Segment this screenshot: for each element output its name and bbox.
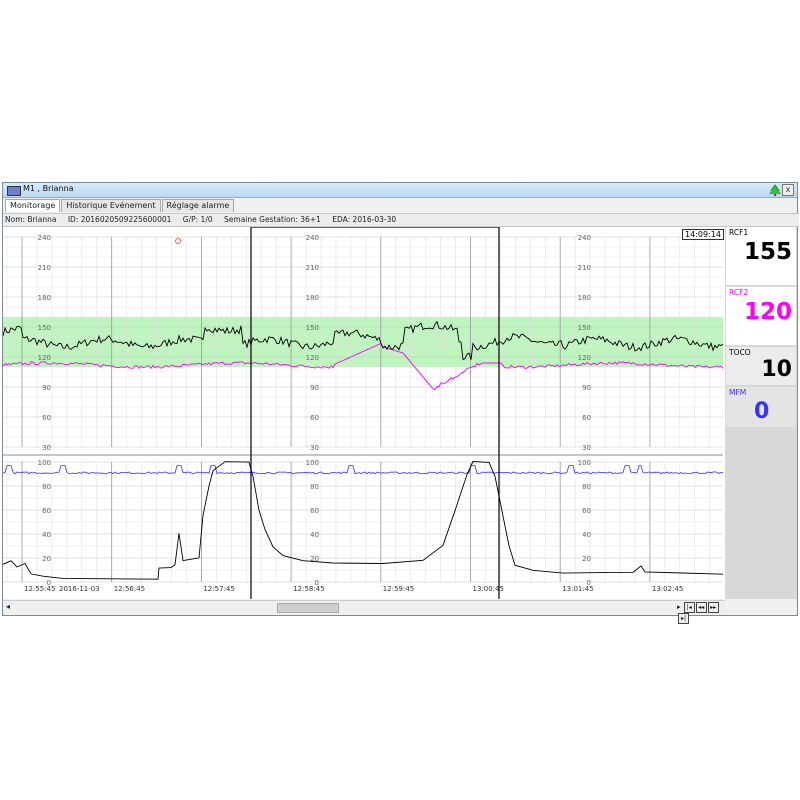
- toco-tick-label: 60: [42, 507, 51, 515]
- fhr-tick-label: 150: [306, 324, 319, 332]
- patient-gestation: Semaine Gestation: 36+1: [224, 215, 321, 224]
- mfm-trace: [2, 465, 724, 475]
- toco-tick-label: 100: [306, 459, 319, 467]
- mfm-value: 0: [754, 399, 770, 424]
- fhr-tick-label: 90: [310, 384, 319, 392]
- toco-tick-label: 80: [582, 483, 591, 491]
- toco-trace: [2, 461, 724, 580]
- fhr-tick-label: 60: [310, 414, 319, 422]
- fhr-tick-label: 60: [582, 414, 591, 422]
- toco-tick-label: 80: [310, 483, 319, 491]
- rcf1-label: RCF1: [729, 228, 749, 237]
- tab-bar: Monitorage Historique Evénement Réglage …: [5, 199, 235, 212]
- patient-gp: G/P: 1/0: [182, 215, 213, 224]
- patient-id: ID: 2016020509225600001: [67, 215, 172, 224]
- time-label: 12:55:45: [24, 585, 55, 593]
- fhr-tick-label: 240: [578, 234, 591, 242]
- toco-tick-label: 40: [310, 531, 319, 539]
- fhr-tick-label: 240: [38, 234, 51, 242]
- forward-icon[interactable]: ▸▸: [707, 602, 719, 613]
- toco-value: 10: [761, 357, 792, 382]
- clock-display: 14:09:14: [682, 229, 724, 240]
- time-label: 13:02:45: [652, 585, 683, 593]
- fhr-tick-label: 30: [42, 444, 51, 452]
- play-icon[interactable]: ▸: [677, 603, 681, 611]
- toco-tick-label: 40: [582, 531, 591, 539]
- time-label: 12:57:45: [203, 585, 234, 593]
- patient-eda: EDA: 2016-03-30: [332, 215, 397, 224]
- rcf2-panel: RCF2 120: [726, 287, 796, 345]
- rcf2-label: RCF2: [729, 288, 749, 297]
- fhr-tick-label: 30: [582, 444, 591, 452]
- fhr-tick-label: 240: [306, 234, 319, 242]
- fhr-tick-label: 30: [310, 444, 319, 452]
- ctg-chart[interactable]: 240 210 180 150 120 90 60 30 100 80 60 40 20 0 240 210 1…: [2, 226, 740, 606]
- fhr-tick-label: 60: [42, 414, 51, 422]
- last-icon[interactable]: ▸|: [678, 613, 689, 624]
- toco-tick-label: 20: [42, 555, 51, 563]
- fhr-tick-label: 120: [578, 354, 591, 362]
- tab-historique[interactable]: Historique Evénement: [61, 199, 161, 212]
- fhr-tick-label: 150: [38, 324, 51, 332]
- time-label: 12:59:45: [383, 585, 414, 593]
- toco-tick-label: 100: [38, 459, 51, 467]
- fhr-tick-label: 90: [42, 384, 51, 392]
- toco-tick-label: 60: [310, 507, 319, 515]
- tree-icon[interactable]: [769, 184, 781, 196]
- tab-reglage-alarme[interactable]: Réglage alarme: [161, 199, 235, 212]
- fhr-tick-label: 180: [578, 294, 591, 302]
- selection-box: [250, 226, 500, 606]
- toco-tick-label: 40: [42, 531, 51, 539]
- toco-tick-label: 80: [42, 483, 51, 491]
- values-panel: RCF1 155 RCF2 120 TOCO 10 MFM 0: [725, 227, 797, 599]
- playback-nav: ▸ |◂ ◂◂ ▸▸ ▸|: [677, 602, 725, 624]
- fhr-tick-label: 180: [38, 294, 51, 302]
- rcf1-panel: RCF1 155: [726, 227, 796, 285]
- toco-label: TOCO: [729, 348, 751, 357]
- monitor-window: M1 , Brianna x Monitorage Historique Evé…: [2, 182, 799, 624]
- patient-name: Nom: Brianna: [5, 215, 57, 224]
- fhr-tick-label: 90: [582, 384, 591, 392]
- fhr-tick-label: 210: [38, 264, 51, 272]
- toco-tick-label: 60: [582, 507, 591, 515]
- patient-info-bar: Nom: Brianna ID: 2016020509225600001 G/P…: [3, 213, 799, 227]
- tab-monitorage[interactable]: Monitorage: [5, 199, 61, 212]
- horizontal-scrollbar[interactable]: ◂ ▸ |◂ ◂◂ ▸▸ ▸|: [3, 600, 725, 624]
- rcf2-value: 120: [743, 299, 792, 325]
- event-marker: [175, 238, 181, 244]
- ctg-chart-svg: 2402101801501209060301008060402002402101…: [2, 226, 740, 606]
- window-title: M1 , Brianna: [23, 184, 74, 193]
- fhr-tick-label: 150: [578, 324, 591, 332]
- fhr-tick-label: 210: [578, 264, 591, 272]
- toco-tick-label: 100: [578, 459, 591, 467]
- rewind-icon[interactable]: ◂◂: [695, 602, 707, 613]
- title-bar: M1 , Brianna x: [3, 183, 797, 198]
- mfm-label: MFM: [729, 388, 747, 397]
- toco-panel: TOCO 10: [726, 347, 796, 385]
- time-label: 12:56:45: [114, 585, 145, 593]
- time-label: 13:00:45: [473, 585, 504, 593]
- date-label: 2016-11-03: [59, 585, 100, 593]
- fhr-tick-label: 120: [306, 354, 319, 362]
- close-button[interactable]: x: [782, 184, 794, 196]
- time-label: 12:58:45: [293, 585, 324, 593]
- toco-tick-label: 20: [582, 555, 591, 563]
- fhr-tick-label: 180: [306, 294, 319, 302]
- first-icon[interactable]: |◂: [683, 602, 695, 613]
- fhr-tick-label: 120: [38, 354, 51, 362]
- fhr-tick-label: 210: [306, 264, 319, 272]
- rcf1-value: 155: [743, 239, 792, 265]
- mfm-panel: MFM 0: [726, 387, 796, 427]
- scroll-thumb[interactable]: [277, 603, 339, 613]
- monitor-icon: [7, 186, 21, 196]
- scroll-left-icon[interactable]: ◂: [6, 602, 10, 611]
- time-label: 13:01:45: [562, 585, 593, 593]
